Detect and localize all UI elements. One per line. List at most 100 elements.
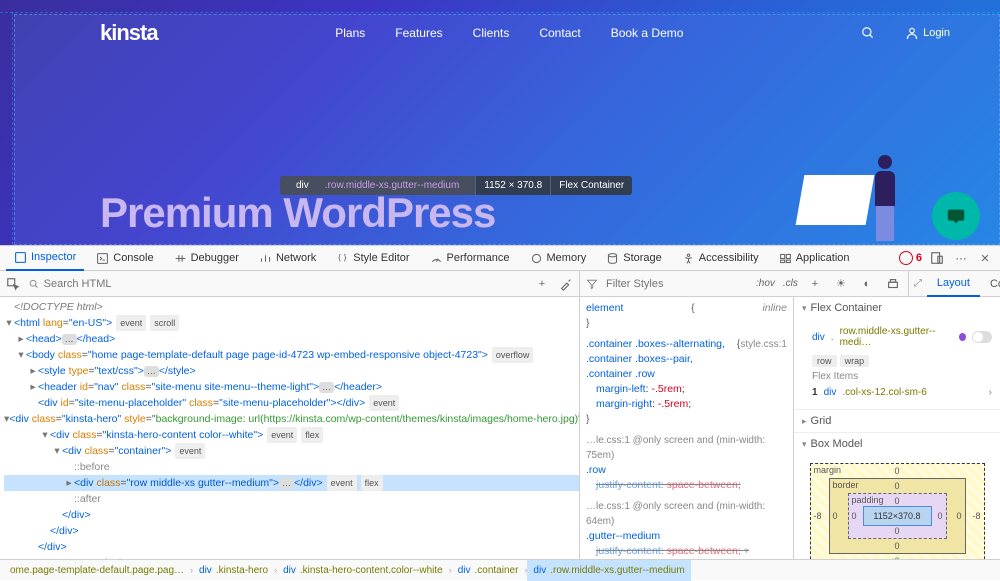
nav-link[interactable]: Clients <box>473 26 510 40</box>
cls-toggle[interactable]: .cls <box>783 278 798 289</box>
html-tree-line[interactable]: ▸<style type="text/css">…</style> <box>4 363 579 379</box>
light-mode-icon[interactable]: ☀ <box>832 275 850 293</box>
html-tree-line[interactable]: <div id="site-menu-placeholder" class="s… <box>4 395 579 411</box>
flex-item-row[interactable]: 1 div.col-xs-12.col-sm-6 › <box>812 384 992 401</box>
html-tree-line[interactable]: </div> <box>4 539 579 555</box>
contrast-icon[interactable]: ◐ <box>858 275 876 293</box>
expand-icon[interactable]: ⤢ <box>909 275 927 293</box>
filter-icon <box>586 278 598 290</box>
nav-link[interactable]: Features <box>395 26 442 40</box>
breadcrumb-bar: ome.page-template-default.page.pag… › di… <box>0 559 1000 580</box>
grid-header[interactable]: ▸Grid <box>794 410 1000 432</box>
tooltip-type: Flex Container <box>551 176 632 195</box>
breadcrumb-item[interactable]: div.kinsta-hero-content.color--white <box>277 560 449 581</box>
tab-console[interactable]: Console <box>88 245 161 271</box>
flex-pill: row <box>812 355 837 367</box>
responsive-mode-icon[interactable] <box>928 249 946 267</box>
css-rules-panel[interactable]: element {inline} .container .boxes--alter… <box>580 297 794 559</box>
login-link[interactable]: Login <box>905 26 950 40</box>
network-icon <box>259 252 272 265</box>
breadcrumb-item-selected[interactable]: div.row.middle-xs.gutter--medium <box>527 560 690 581</box>
console-icon <box>96 252 109 265</box>
html-search-input[interactable] <box>44 278 527 290</box>
sidetab-layout[interactable]: Layout <box>927 271 980 297</box>
site-logo[interactable]: kinsta <box>100 20 158 46</box>
tab-storage[interactable]: Storage <box>598 245 670 271</box>
html-tree-line[interactable]: </div> <box>4 523 579 539</box>
user-icon <box>905 26 919 40</box>
box-model-diagram[interactable]: margin 00-8-8 border 0000 padding 0000 1… <box>810 463 985 559</box>
html-tree-line[interactable]: ▾<div class="container">event <box>4 443 579 459</box>
nav-link[interactable]: Book a Demo <box>611 26 684 40</box>
breadcrumb-item[interactable]: div.kinsta-hero <box>193 560 274 581</box>
chat-widget[interactable] <box>932 192 980 240</box>
html-tree-line[interactable]: ▸<header id="nav" class="site-menu site-… <box>4 379 579 395</box>
layout-panel[interactable]: ▾Flex Container div.row.middle-xs.gutter… <box>794 297 1000 559</box>
filter-styles-input[interactable] <box>606 278 748 290</box>
eyedropper-icon[interactable] <box>557 275 575 293</box>
tab-memory[interactable]: Memory <box>522 245 595 271</box>
error-count[interactable]: 6 <box>899 251 922 265</box>
html-tree-line[interactable]: ▸<div class="row middle-xs gutter--mediu… <box>4 475 579 491</box>
html-tree-line[interactable]: ▾<body class="home page-template-default… <box>4 347 579 363</box>
nav-link[interactable]: Contact <box>539 26 580 40</box>
more-menu-icon[interactable]: ⋯ <box>952 249 970 267</box>
html-search <box>28 278 527 290</box>
html-tree-line[interactable]: </div> <box>4 507 579 523</box>
html-tree-line[interactable]: ▾<div class="kinsta-hero" style="backgro… <box>4 411 579 427</box>
html-tree-line[interactable]: ▾<html lang="en-US">eventscroll <box>4 315 579 331</box>
css-rule[interactable]: …le.css:1 @only screen and (min-width: 6… <box>586 499 787 559</box>
css-rule[interactable]: .container .boxes--alternating, .contain… <box>586 337 787 427</box>
hov-toggle[interactable]: :hov <box>756 278 775 289</box>
inspector-icon <box>14 251 27 264</box>
chat-icon <box>945 205 967 227</box>
storage-icon <box>606 252 619 265</box>
html-tree-panel[interactable]: <!DOCTYPE html>▾<html lang="en-US">event… <box>0 297 580 559</box>
perf-icon <box>430 252 443 265</box>
breadcrumb-item[interactable]: ome.page-template-default.page.pag… <box>4 560 190 581</box>
breadcrumb-item[interactable]: div.container <box>452 560 525 581</box>
box-model-content[interactable]: 1152×370.8 <box>863 506 932 526</box>
html-tree-line[interactable]: ::before <box>4 459 579 475</box>
site-nav-links: Plans Features Clients Contact Book a De… <box>335 26 683 40</box>
nav-link[interactable]: Plans <box>335 26 365 40</box>
flex-items-subhead: Flex Items <box>812 371 992 382</box>
flex-pill: wrap <box>840 355 870 367</box>
tooltip-dimensions: 1152 × 370.8 <box>475 176 551 195</box>
overlay-swatch <box>959 333 966 341</box>
html-tree-line[interactable]: ▸<head>…</head> <box>4 331 579 347</box>
add-node-icon[interactable]: + <box>533 275 551 293</box>
app-icon <box>779 252 792 265</box>
close-devtools-icon[interactable]: ✕ <box>976 249 994 267</box>
search-icon[interactable] <box>861 26 875 40</box>
add-rule-icon[interactable]: + <box>806 275 824 293</box>
tab-application[interactable]: Application <box>771 245 858 271</box>
html-tree-line[interactable]: ::after <box>4 491 579 507</box>
print-media-icon[interactable] <box>884 275 902 293</box>
overlay-toggle[interactable] <box>972 331 992 343</box>
html-tree-line[interactable]: ▾<div class="kinsta-hero-content color--… <box>4 427 579 443</box>
hero-illustration <box>680 125 930 245</box>
devtools-subtoolbar: + :hov .cls + ☀ ◐ ⤢ Layout Computed Chan… <box>0 271 1000 297</box>
tab-debugger[interactable]: Debugger <box>166 245 247 271</box>
element-tooltip: div.row.middle-xs.gutter--medium 1152 × … <box>280 176 632 195</box>
tab-network[interactable]: Network <box>251 245 324 271</box>
devtools-toolbar: Inspector Console Debugger Network Style… <box>0 245 1000 271</box>
css-rule[interactable]: element {inline} <box>586 301 787 331</box>
css-rule[interactable]: …le.css:1 @only screen and (min-width: 7… <box>586 433 787 493</box>
flex-container-item[interactable]: div.row.middle-xs.gutter--medi… <box>812 323 992 351</box>
pick-element-icon[interactable] <box>4 275 22 293</box>
memory-icon <box>530 252 543 265</box>
tab-performance[interactable]: Performance <box>422 245 518 271</box>
flex-container-header[interactable]: ▾Flex Container <box>794 297 1000 319</box>
debugger-icon <box>174 252 187 265</box>
boxmodel-header[interactable]: ▾Box Model <box>794 433 1000 455</box>
inspected-page-preview: kinsta Plans Features Clients Contact Bo… <box>0 0 1000 245</box>
html-tree-line[interactable]: <!DOCTYPE html> <box>4 299 579 315</box>
tab-style-editor[interactable]: Style Editor <box>328 245 417 271</box>
sidetab-computed[interactable]: Computed <box>980 271 1000 297</box>
html-tree-line[interactable]: <!--Features Block--> <box>4 555 579 559</box>
tab-inspector[interactable]: Inspector <box>6 245 84 271</box>
tab-accessibility[interactable]: Accessibility <box>674 245 767 271</box>
hero-heading: Premium WordPress <box>100 189 495 237</box>
